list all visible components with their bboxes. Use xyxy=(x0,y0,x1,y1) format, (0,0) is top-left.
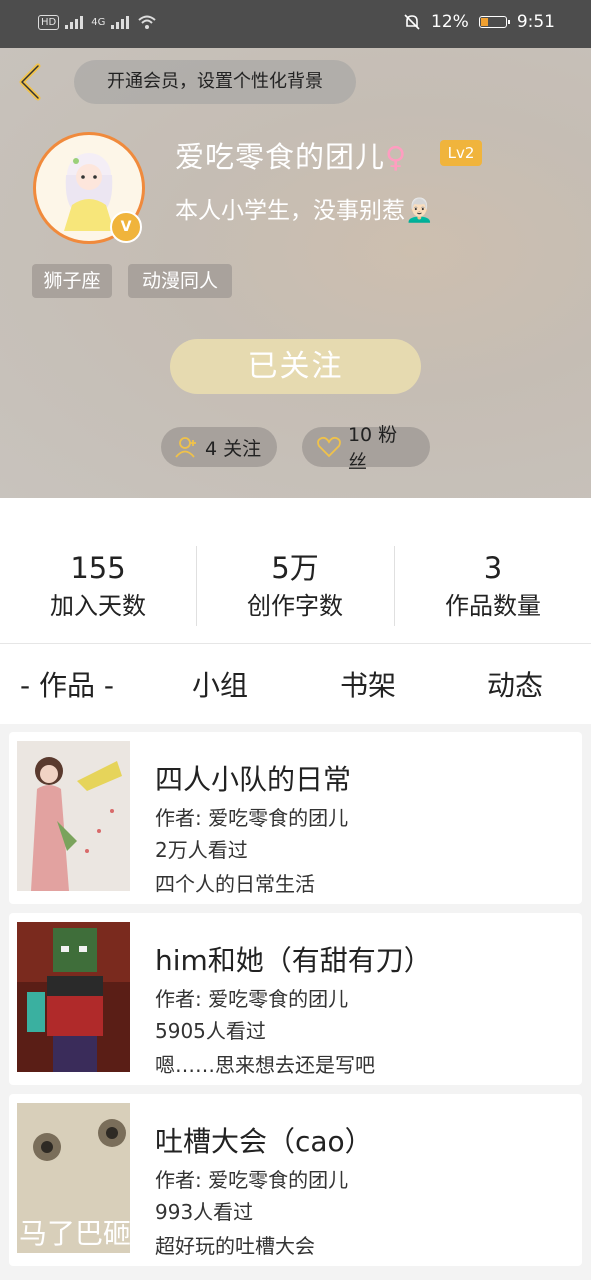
work-title: 吐槽大会（cao） xyxy=(155,1125,373,1158)
work-views: 5905人看过 xyxy=(155,1019,266,1043)
user-plus-icon xyxy=(175,437,196,458)
work-card[interactable]: 马了巴砸 吐槽大会（cao） 作者: 爱吃零食的团儿 993人看过 超好玩的吐槽… xyxy=(9,1094,582,1266)
work-description: 超好玩的吐槽大会 xyxy=(155,1234,315,1258)
work-author: 作者: 爱吃零食的团儿 xyxy=(155,806,349,830)
profile-header: 开通会员，设置个性化背景 V 爱吃零食的团儿♀ Lv2 本人小学生，没事别惹👨🏻… xyxy=(0,48,591,498)
work-views: 2万人看过 xyxy=(155,838,248,862)
work-card[interactable]: him和她（有甜有刀） 作者: 爱吃零食的团儿 5905人看过 嗯……思来想去还… xyxy=(9,913,582,1085)
work-cover-image: 马了巴砸 xyxy=(17,1103,130,1253)
stat-label: 加入天数 xyxy=(50,592,146,620)
work-title: 四人小队的日常 xyxy=(155,763,352,796)
work-views: 993人看过 xyxy=(155,1200,254,1224)
status-bar: HD 4G 12% 9:51 xyxy=(0,0,591,48)
female-gender-icon: ♀ xyxy=(385,140,408,174)
stat-works-count: 3 作品数量 xyxy=(395,548,591,624)
work-author: 作者: 爱吃零食的团儿 xyxy=(155,987,349,1011)
status-bar-right: 12% 9:51 xyxy=(403,12,555,32)
battery-percent: 12% xyxy=(431,12,469,32)
hd-indicator: HD xyxy=(38,14,60,30)
tab-works[interactable]: - 作品 - xyxy=(20,664,114,704)
bio-text: 本人小学生，没事别惹👨🏻‍🦳 xyxy=(175,198,434,224)
back-arrow-icon[interactable] xyxy=(14,60,50,104)
following-pill[interactable]: 4 关注 xyxy=(161,427,277,467)
followers-pill[interactable]: 10 粉丝 xyxy=(302,424,430,473)
status-bar-left: HD 4G xyxy=(38,14,157,30)
verified-badge: V xyxy=(110,211,142,243)
following-count: 4 关注 xyxy=(205,437,262,460)
work-description: 嗯……思来想去还是写吧 xyxy=(155,1053,375,1077)
tab-bookshelf[interactable]: 书架 xyxy=(340,664,396,704)
stat-value: 5万 xyxy=(271,551,319,585)
vip-background-prompt[interactable]: 开通会员，设置个性化背景 xyxy=(74,60,356,104)
signal-icon-2 xyxy=(111,16,130,29)
work-author: 作者: 爱吃零食的团儿 xyxy=(155,1168,349,1192)
tab-groups[interactable]: 小组 xyxy=(192,664,248,704)
work-title: him和她（有甜有刀） xyxy=(155,944,432,977)
stat-days-joined: 155 加入天数 xyxy=(0,548,196,624)
wifi-icon xyxy=(138,15,157,29)
stats-panel: 155 加入天数 5万 创作字数 3 作品数量 xyxy=(0,498,591,644)
network-type: 4G xyxy=(91,16,106,28)
followers-count: 10 粉丝 xyxy=(347,424,398,473)
tag-zodiac[interactable]: 狮子座 xyxy=(32,264,112,298)
tag-interest[interactable]: 动漫同人 xyxy=(128,264,232,298)
stat-words-written: 5万 创作字数 xyxy=(197,548,393,624)
mute-bell-icon xyxy=(404,14,420,30)
level-badge: Lv2 xyxy=(440,140,482,166)
stat-value: 3 xyxy=(483,551,503,585)
followed-button[interactable]: 已关注 xyxy=(170,339,421,394)
profile-tabs: - 作品 - 小组 书架 动态 xyxy=(0,644,591,724)
stat-label: 创作字数 xyxy=(247,592,343,620)
cover-text: 马了巴砸 xyxy=(19,1217,130,1250)
stat-value: 155 xyxy=(70,551,126,585)
heart-icon xyxy=(317,436,341,458)
clock: 9:51 xyxy=(516,12,555,32)
battery-icon xyxy=(478,16,510,28)
stat-label: 作品数量 xyxy=(445,592,541,620)
work-card[interactable]: 四人小队的日常 作者: 爱吃零食的团儿 2万人看过 四个人的日常生活 xyxy=(9,732,582,904)
tab-activity[interactable]: 动态 xyxy=(487,664,543,704)
username: 爱吃零食的团儿♀ xyxy=(175,134,407,176)
work-cover-image xyxy=(17,741,130,891)
work-cover-image xyxy=(17,922,130,1072)
signal-icon xyxy=(65,16,84,29)
username-text: 爱吃零食的团儿 xyxy=(175,140,386,174)
work-description: 四个人的日常生活 xyxy=(155,872,315,896)
